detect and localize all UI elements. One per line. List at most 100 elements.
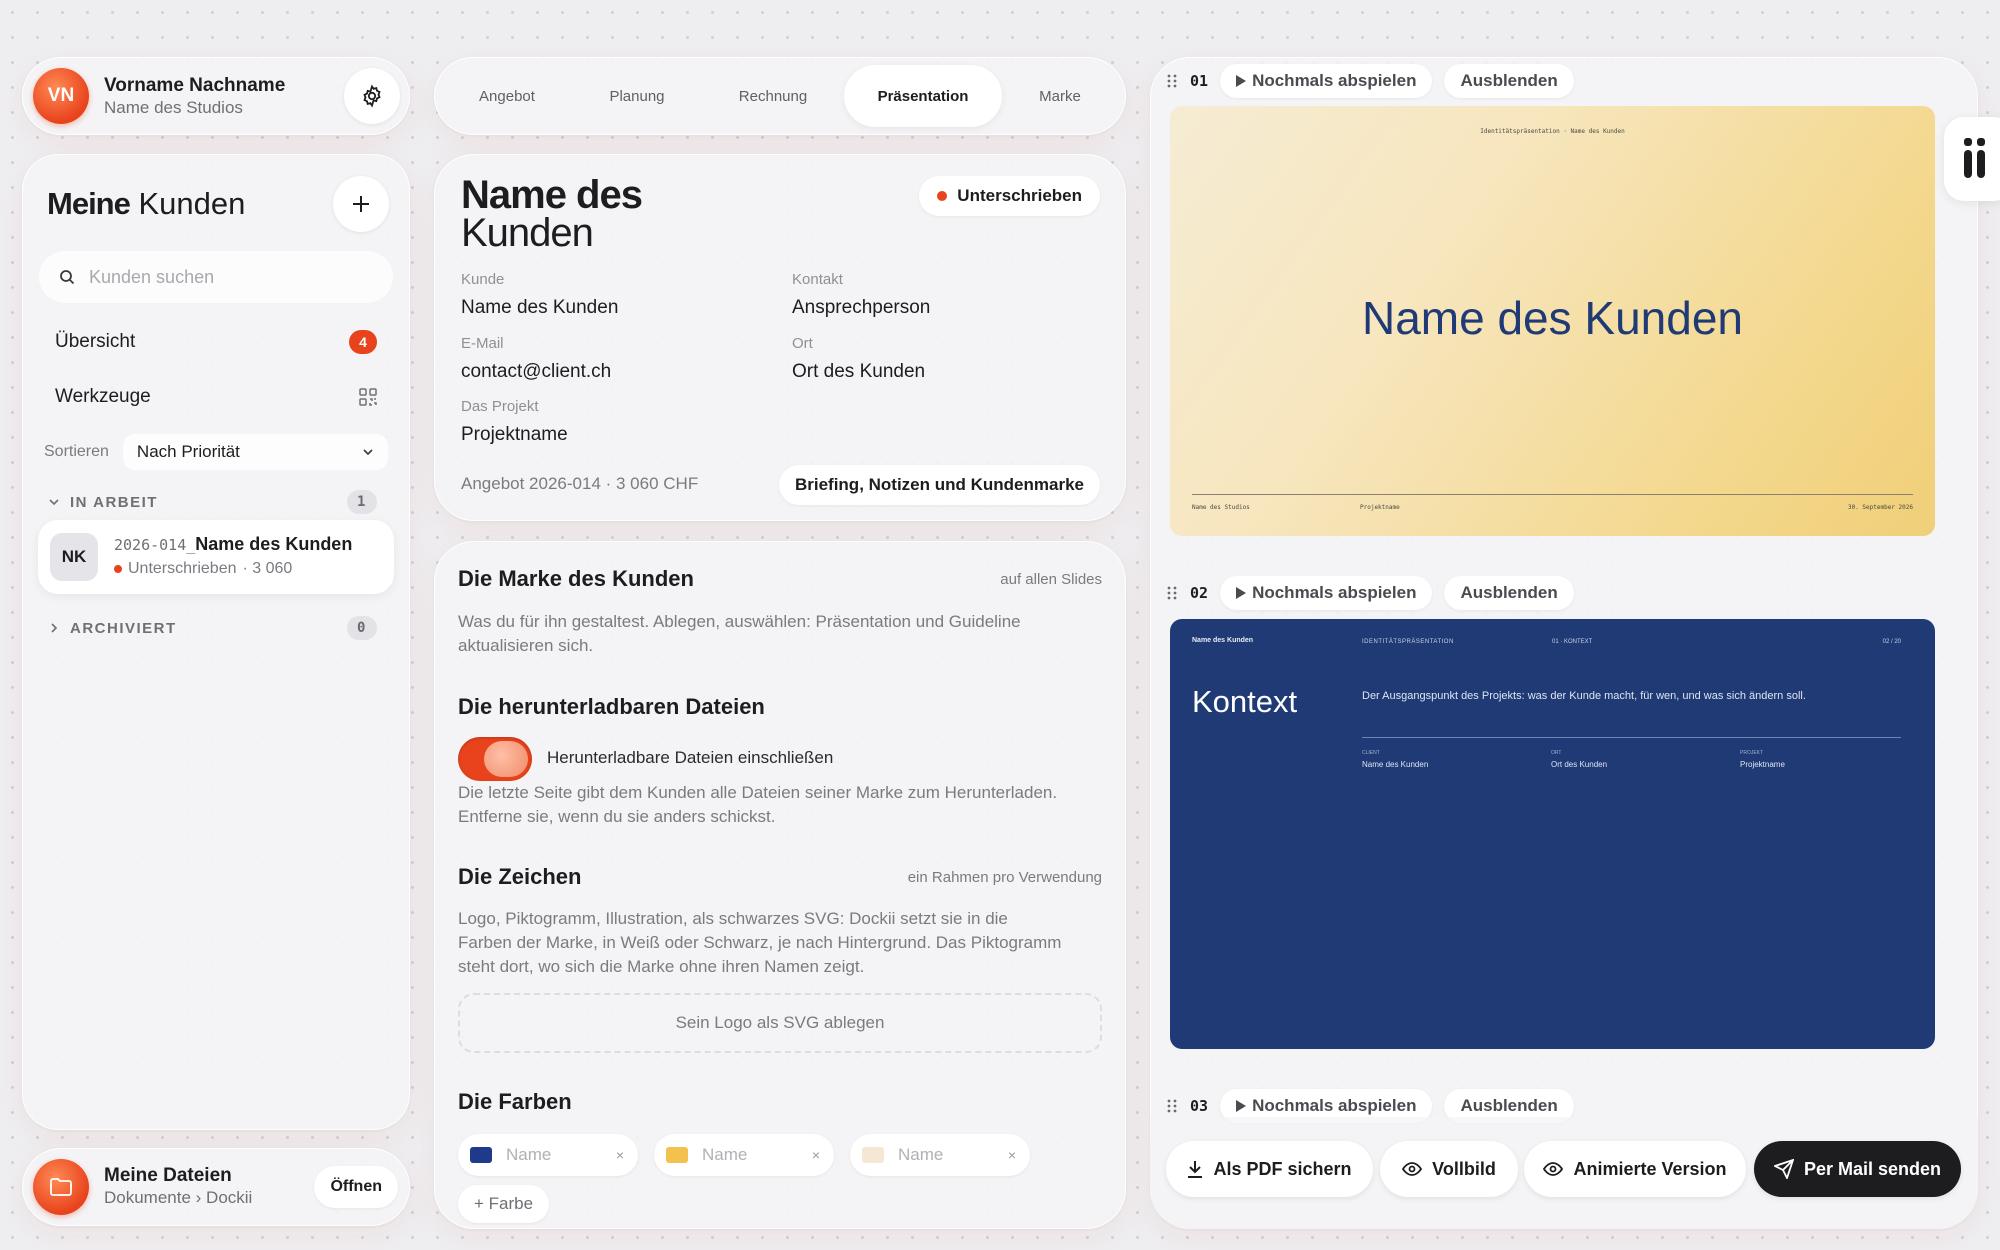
drag-handle-icon[interactable] — [1166, 586, 1178, 600]
animated-label: Animierte Version — [1573, 1158, 1727, 1179]
overview-label: Übersicht — [55, 331, 136, 352]
plus-icon — [353, 196, 369, 212]
in-progress-label: IN ARBEIT — [70, 493, 158, 511]
status-dot — [937, 191, 948, 201]
slide-number: 03 — [1190, 1097, 1209, 1115]
replay-label: Nochmals abspielen — [1252, 583, 1417, 602]
tab-planung[interactable]: Planung — [572, 65, 702, 127]
value-ort[interactable]: Ort des Kunden — [792, 361, 925, 383]
animated-version-button[interactable]: Animierte Version — [1524, 1141, 1746, 1197]
briefing-button[interactable]: Briefing, Notizen und Kundenmarke — [778, 465, 1100, 505]
client-item-title: 2026-014_Name des Kunden — [114, 534, 353, 554]
in-progress-count: 1 — [347, 490, 377, 514]
replay-button[interactable]: Nochmals abspielen — [1220, 64, 1433, 98]
open-files-button[interactable]: Öffnen — [314, 1166, 398, 1208]
value-kontakt[interactable]: Ansprechperson — [792, 297, 930, 319]
section-archived[interactable]: ARCHIVIERT 0 — [48, 616, 377, 640]
archived-count: 0 — [347, 616, 377, 640]
color-swatch[interactable] — [470, 1147, 492, 1163]
files-path: Dokumente › Dockii — [104, 1188, 253, 1207]
value-kunde[interactable]: Name des Kunden — [461, 297, 618, 319]
client-card: Name des Kunden Unterschrieben Kunde Nam… — [434, 154, 1126, 521]
section-in-progress[interactable]: IN ARBEIT 1 — [48, 490, 377, 514]
toggle-label: Herunterladbare Dateien einschließen — [547, 748, 834, 767]
close-icon[interactable]: × — [616, 1147, 624, 1163]
hide-button[interactable]: Ausblenden — [1444, 64, 1574, 98]
search-input[interactable]: Kunden suchen — [39, 251, 393, 303]
color-swatch[interactable] — [666, 1147, 688, 1163]
folder-icon — [50, 1178, 72, 1196]
label-projekt: Das Projekt — [461, 398, 539, 415]
meta-ort-label: ORT — [1551, 750, 1562, 756]
drag-handle-icon[interactable] — [1166, 1099, 1178, 1113]
slide-footer-left: Name des Studios — [1192, 504, 1250, 511]
chevron-down-icon — [49, 499, 59, 506]
color-chip-list: Name × Name × Name × — [458, 1134, 1030, 1176]
send-mail-label: Per Mail senden — [1803, 1158, 1942, 1179]
grid-icon — [359, 388, 377, 406]
gear-icon — [363, 84, 381, 108]
value-email[interactable]: contact@client.ch — [461, 361, 611, 383]
meta-projekt-label: PROJEKT — [1740, 750, 1764, 756]
sidebar-item-overview[interactable]: Übersicht 4 — [55, 330, 377, 354]
color-name-input[interactable]: Name — [898, 1145, 943, 1165]
slide-02-preview[interactable]: Name des Kunden IDENTITÄTSPRÄSENTATION 0… — [1170, 619, 1935, 1049]
colors-title: Die Farben — [458, 1089, 572, 1114]
send-mail-button[interactable]: Per Mail senden — [1754, 1141, 1961, 1197]
add-client-button[interactable] — [333, 176, 389, 232]
slide-title: Kontext — [1192, 684, 1298, 719]
slide-01-preview[interactable]: Identitätspräsentation · Name des Kunden… — [1170, 106, 1935, 536]
tab-praesentation[interactable]: Präsentation — [844, 65, 1002, 127]
sort-select[interactable]: Nach Priorität — [122, 434, 388, 470]
brand-hint: auf allen Slides — [1000, 571, 1102, 588]
save-pdf-button[interactable]: Als PDF sichern — [1166, 1141, 1373, 1197]
tab-rechnung[interactable]: Rechnung — [702, 65, 844, 127]
slide-footer-mid: Projektname — [1360, 504, 1400, 511]
close-icon[interactable]: × — [812, 1147, 820, 1163]
value-projekt[interactable]: Projektname — [461, 424, 568, 446]
color-name-input[interactable]: Name — [702, 1145, 747, 1165]
side-drawer-handle[interactable] — [1944, 117, 2000, 201]
download-icon — [1188, 1161, 1203, 1178]
settings-button[interactable] — [344, 68, 400, 124]
files-card: Meine Dateien Dokumente › Dockii Öffnen — [22, 1148, 410, 1226]
overview-count-badge: 4 — [349, 330, 377, 354]
brand-panel: Die Marke des Kunden auf allen Slides Wa… — [434, 541, 1126, 1229]
color-chip[interactable]: Name × — [458, 1134, 638, 1176]
replay-label: Nochmals abspielen — [1252, 1096, 1417, 1115]
label-kunde: Kunde — [461, 271, 505, 288]
slide-number: 02 — [1190, 584, 1209, 602]
client-initials: NK — [50, 533, 98, 581]
downloads-toggle[interactable] — [458, 737, 532, 781]
color-name-input[interactable]: Name — [506, 1145, 551, 1165]
replay-button[interactable]: Nochmals abspielen — [1220, 576, 1433, 610]
fullscreen-label: Vollbild — [1432, 1158, 1496, 1179]
client-sidebar: Meine Kunden Kunden suchen Übersicht 4 W… — [22, 154, 410, 1130]
add-color-button[interactable]: + Farbe — [458, 1185, 550, 1223]
color-swatch[interactable] — [862, 1147, 884, 1163]
play-icon — [1236, 587, 1247, 599]
logo-dropzone[interactable]: Sein Logo als SVG ablegen — [458, 993, 1102, 1053]
brand-title: Die Marke des Kunden — [458, 566, 694, 591]
client-list-item[interactable]: NK 2026-014_Name des Kunden Unterschrieb… — [38, 520, 394, 594]
close-icon[interactable]: × — [1008, 1147, 1016, 1163]
user-avatar[interactable]: VN — [33, 68, 89, 124]
eye-icon — [1543, 1162, 1564, 1176]
drag-handle-icon[interactable] — [1166, 74, 1178, 88]
chevron-down-icon — [363, 449, 373, 456]
play-icon — [1236, 1100, 1247, 1112]
folder-avatar — [33, 1159, 89, 1215]
sidebar-item-tools[interactable]: Werkzeuge — [55, 386, 377, 408]
status-badge[interactable]: Unterschrieben — [919, 176, 1100, 216]
fullscreen-button[interactable]: Vollbild — [1380, 1141, 1518, 1197]
tab-marke[interactable]: Marke — [1002, 65, 1118, 127]
slide-top-chapter: 01 · KONTEXT — [1552, 639, 1593, 645]
slide-title: Name des Kunden — [1361, 292, 1744, 344]
tab-angebot[interactable]: Angebot — [442, 65, 572, 127]
slide-top-page: 02 / 20 — [1882, 639, 1901, 645]
downloads-title: Die herunterladbaren Dateien — [458, 694, 765, 719]
sort-label: Sortieren — [44, 443, 109, 460]
color-chip[interactable]: Name × — [850, 1134, 1030, 1176]
hide-button[interactable]: Ausblenden — [1444, 576, 1574, 610]
color-chip[interactable]: Name × — [654, 1134, 834, 1176]
